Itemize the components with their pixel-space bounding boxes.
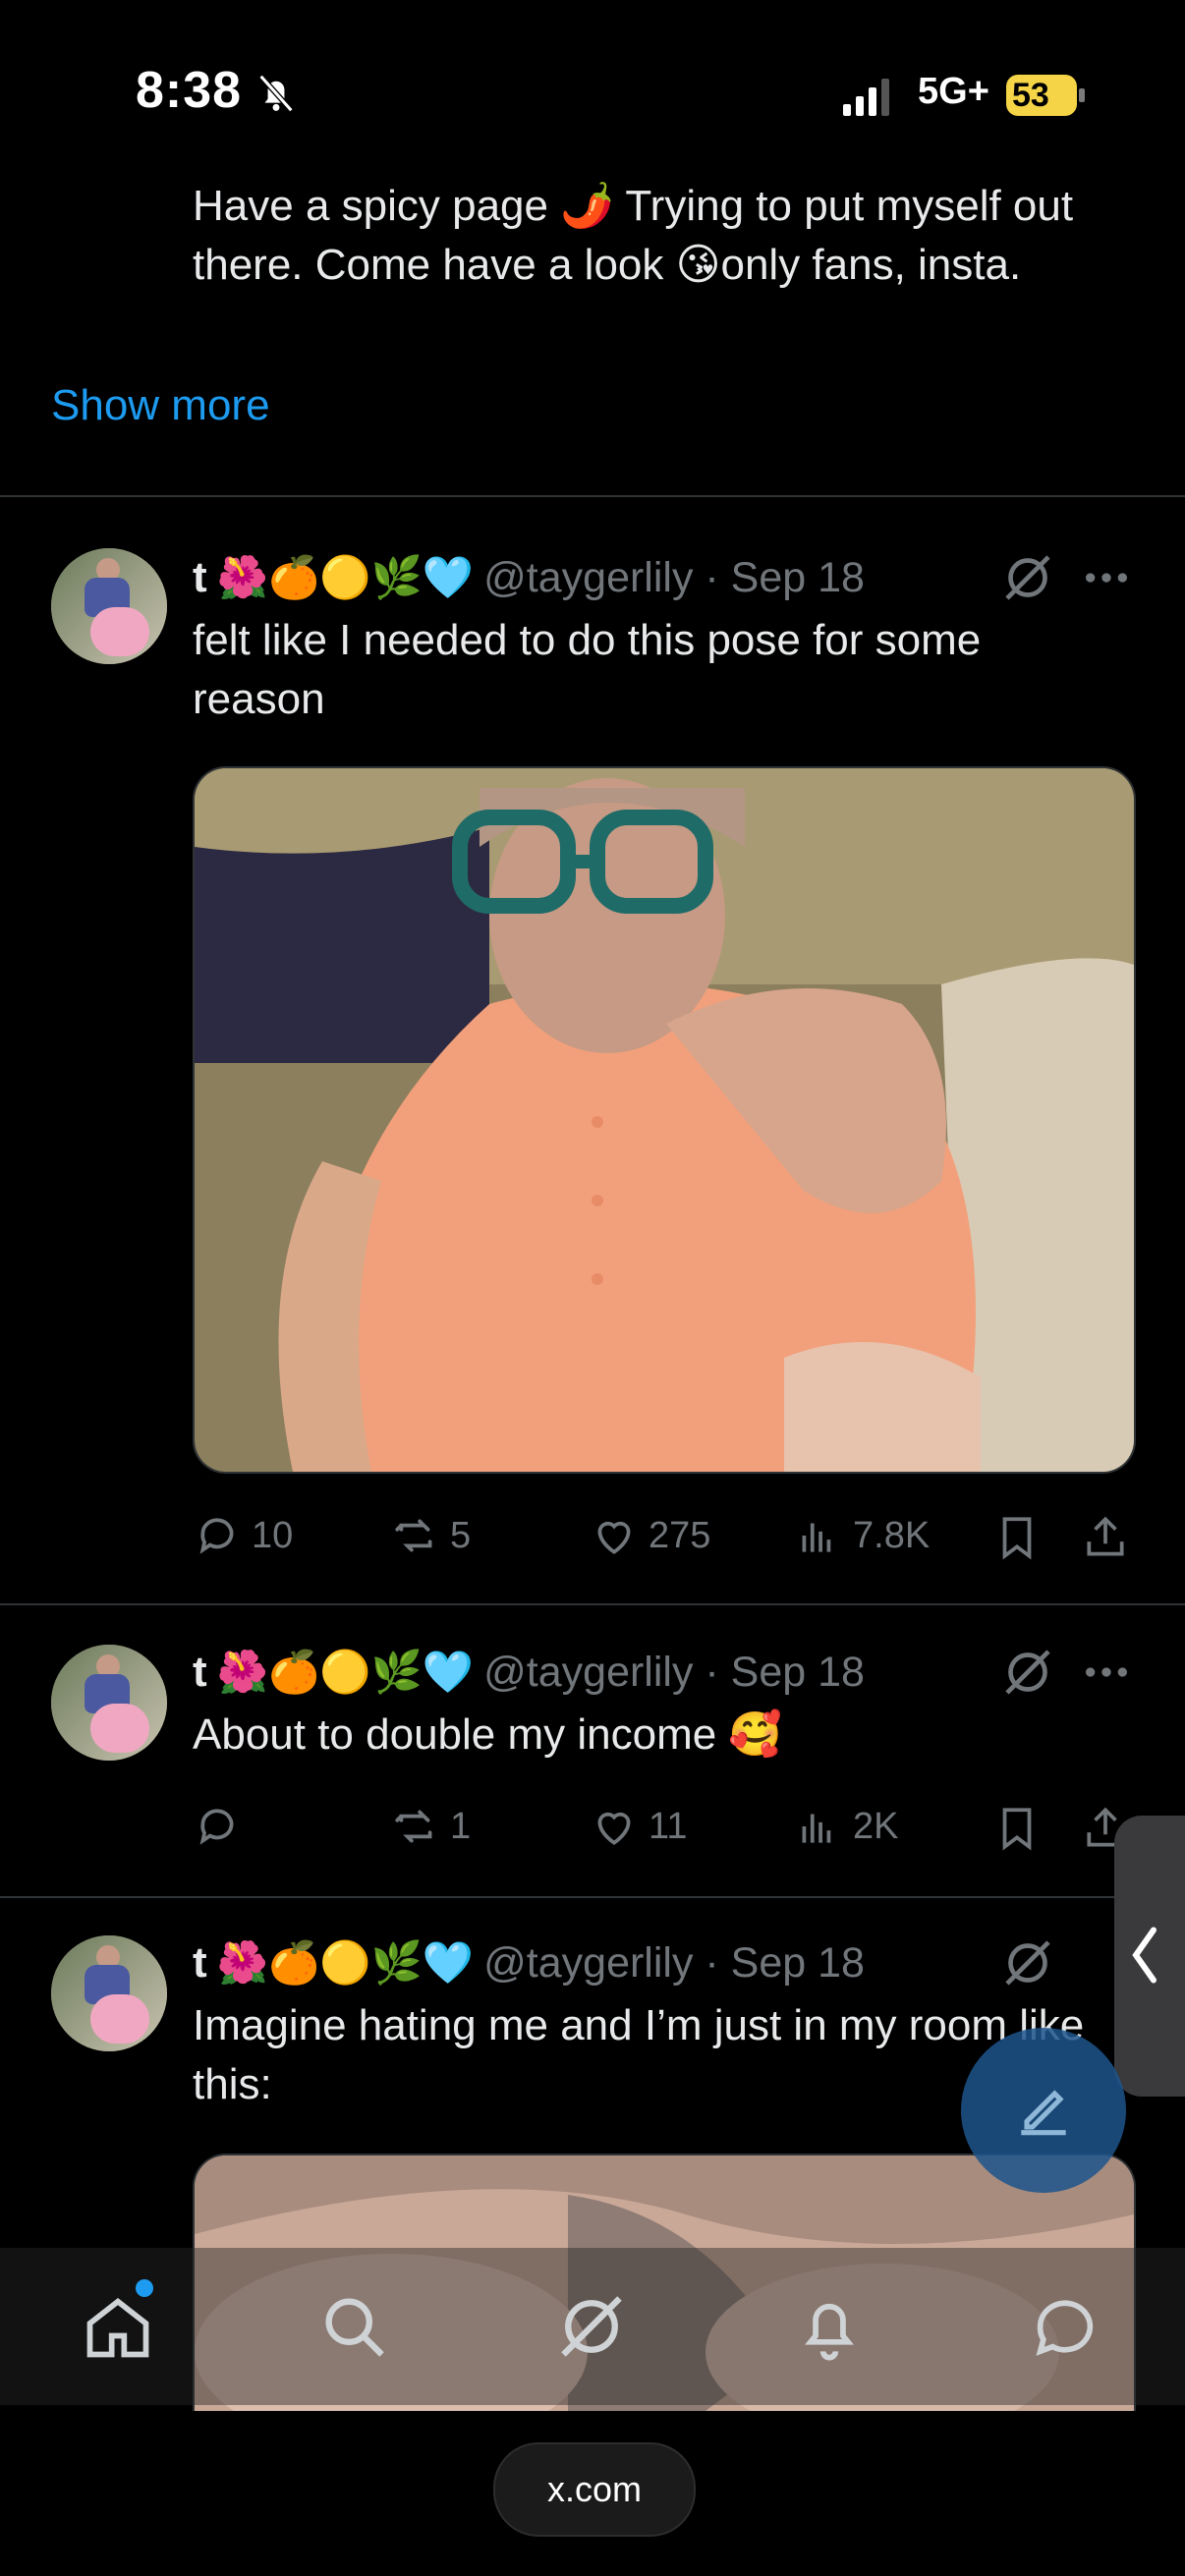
search-icon[interactable] (316, 2289, 391, 2364)
tweet-text-line-1: felt like I needed to do this pose for s… (193, 616, 982, 664)
grok-icon[interactable] (1000, 1935, 1055, 1990)
divider (0, 1603, 1185, 1605)
tweet-header: t 🌺🍊🟡🌿🩵 @taygerlily · Sep 18 (193, 1643, 865, 1702)
display-name[interactable]: t (193, 1938, 207, 1988)
battery-level: 53 (1012, 77, 1049, 114)
heart-icon (597, 1521, 631, 1554)
repost-button[interactable]: 1 (391, 1802, 471, 1851)
divider (0, 495, 1185, 497)
notification-dot (136, 2279, 153, 2297)
reply-count: 10 (252, 1514, 294, 1556)
avatar[interactable] (51, 548, 167, 664)
like-button[interactable]: 275 (590, 1511, 710, 1560)
divider (0, 1896, 1185, 1898)
bookmark-icon[interactable] (992, 1513, 1042, 1562)
handle-date[interactable]: @taygerlily · Sep 18 (483, 554, 865, 602)
show-more-link[interactable]: Show more (51, 381, 270, 430)
home-icon[interactable] (81, 2289, 155, 2364)
notifications-icon[interactable] (792, 2289, 867, 2364)
bookmark-icon[interactable] (992, 1804, 1042, 1853)
bell-off-icon (258, 74, 294, 113)
like-count: 11 (649, 1805, 688, 1847)
compose-button[interactable] (961, 2028, 1126, 2193)
name-emojis: 🌺🍊🟡🌿🩵 (216, 1648, 475, 1696)
profile-bio: Have a spicy page 🌶️ Trying to put mysel… (193, 177, 1136, 295)
tweet-text: About to double my income 🥰 (193, 1710, 783, 1759)
photo-illustration (195, 768, 1134, 1472)
share-icon[interactable] (1081, 1513, 1130, 1562)
compose-icon (1021, 2090, 1066, 2136)
heart-icon (597, 1812, 631, 1845)
signal-icon (843, 79, 889, 116)
reply-icon (199, 1809, 234, 1845)
name-emojis: 🌺🍊🟡🌿🩵 (216, 1938, 475, 1987)
views-button[interactable]: 2K (794, 1802, 898, 1851)
repost-button[interactable]: 5 (391, 1511, 471, 1560)
handle-date[interactable]: @taygerlily · Sep 18 (483, 1649, 865, 1697)
name-emojis: 🌺🍊🟡🌿🩵 (216, 553, 475, 601)
like-count: 275 (649, 1514, 711, 1556)
more-options-icon[interactable] (1079, 550, 1134, 605)
view-count: 7.8K (853, 1514, 931, 1556)
avatar[interactable] (51, 1645, 167, 1761)
views-button[interactable]: 7.8K (794, 1511, 930, 1560)
repost-count: 1 (450, 1805, 472, 1847)
chevron-left-icon (1132, 1927, 1157, 1984)
tweet-header: t 🌺🍊🟡🌿🩵 @taygerlily · Sep 18 (193, 548, 865, 607)
reply-button[interactable]: 10 (193, 1511, 293, 1560)
grok-icon[interactable] (554, 2289, 629, 2364)
grok-icon[interactable] (1000, 1645, 1055, 1700)
reply-icon (199, 1518, 234, 1554)
view-count: 2K (853, 1805, 899, 1847)
analytics-icon (802, 1814, 831, 1843)
tweet-text-line-2: reason (193, 675, 325, 723)
display-name[interactable]: t (193, 1648, 207, 1697)
repost-count: 5 (450, 1514, 472, 1556)
grok-icon[interactable] (1000, 550, 1055, 605)
tweet-text: felt like I needed to do this pose for s… (193, 611, 1077, 729)
avatar[interactable] (51, 1935, 167, 2051)
reply-button[interactable] (193, 1802, 252, 1851)
messages-icon[interactable] (1028, 2289, 1102, 2364)
bio-line-1: Have a spicy page 🌶️ Trying to put mysel… (193, 182, 1074, 230)
browser-url-pill[interactable]: x.com (493, 2442, 696, 2537)
bio-line-2: there. Come have a look 😘only fans, inst… (193, 241, 1022, 289)
battery-icon: 53 (1006, 75, 1085, 116)
like-button[interactable]: 11 (590, 1802, 687, 1851)
tweet-header: t 🌺🍊🟡🌿🩵 @taygerlily · Sep 18 (193, 1933, 865, 1992)
repost-icon (395, 1810, 432, 1843)
side-panel-handle[interactable] (1114, 1816, 1185, 2097)
network-label: 5G+ (918, 71, 989, 112)
tweet-media-image[interactable] (193, 766, 1136, 1474)
display-name[interactable]: t (193, 553, 207, 602)
repost-icon (395, 1519, 432, 1552)
more-options-icon[interactable] (1079, 1645, 1134, 1700)
status-time: 8:38 (136, 62, 243, 119)
analytics-icon (802, 1523, 831, 1552)
handle-date[interactable]: @taygerlily · Sep 18 (483, 1939, 865, 1988)
